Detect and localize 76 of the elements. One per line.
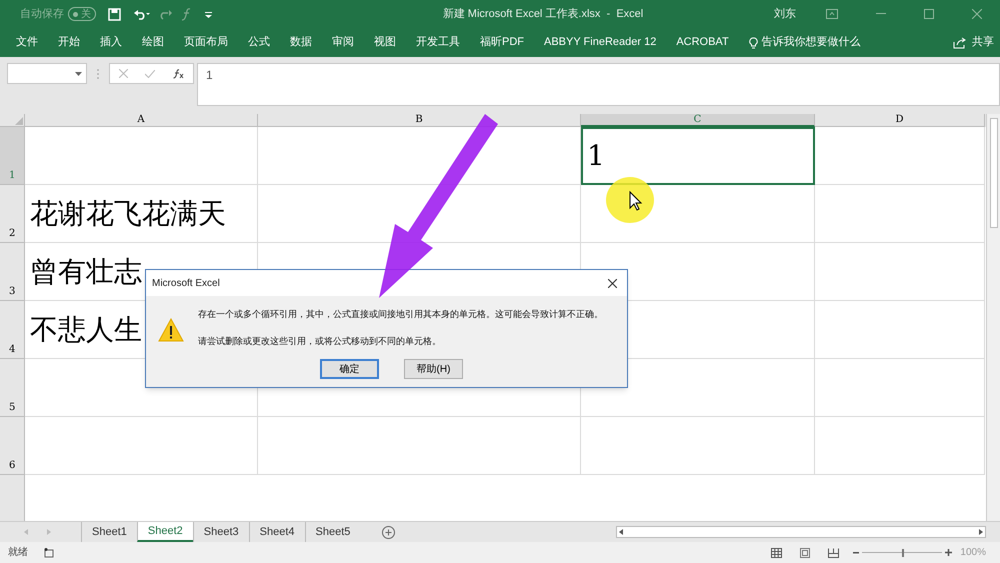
table-cell[interactable] [581, 417, 815, 475]
customize-icon[interactable] [205, 10, 212, 18]
formula-bar[interactable]: 1 [197, 63, 1000, 106]
autosave-label: 自动保存 [20, 6, 64, 22]
zoom-slider[interactable] [862, 548, 942, 556]
vertical-scrollbar[interactable] [986, 114, 1000, 521]
ribbon-tab[interactable]: 开始 [48, 34, 90, 51]
horizontal-scrollbar[interactable] [616, 526, 986, 538]
corner-triangle-icon [15, 117, 23, 125]
ribbon-tab[interactable]: 开发工具 [406, 34, 470, 51]
dialog-button[interactable]: 帮助(H) [404, 359, 463, 379]
macro-recording-icon[interactable] [44, 548, 54, 558]
table-cell[interactable] [815, 243, 985, 301]
ribbon-tab[interactable]: 绘图 [132, 34, 174, 51]
dialog-button[interactable]: 确定 [320, 359, 379, 379]
user-name: 刘东 [774, 6, 796, 22]
ribbon-display-icon[interactable] [826, 9, 838, 19]
function-icon[interactable] [181, 8, 193, 20]
checkmark-icon[interactable] [145, 70, 156, 78]
ribbon-tab[interactable]: 文件 [6, 34, 48, 51]
ribbon-tab[interactable]: 审阅 [322, 34, 364, 51]
table-cell[interactable]: 花谢花飞花满天 [25, 185, 258, 243]
ribbon-tab[interactable]: 插入 [90, 34, 132, 51]
table-cell[interactable] [815, 301, 985, 359]
row-header[interactable] [0, 475, 25, 521]
row-header[interactable]: 6 [0, 417, 25, 475]
share-button[interactable]: 共享 [972, 34, 994, 51]
ribbon-tab[interactable]: 福昕PDF [470, 34, 534, 51]
dropdown-icon[interactable] [75, 72, 82, 76]
ribbon-tab[interactable]: 视图 [364, 34, 406, 51]
insert-function-icon[interactable] [173, 68, 184, 78]
table-cell[interactable] [25, 417, 258, 475]
zoom-slider-thumb[interactable] [902, 548, 904, 556]
maximize-icon[interactable] [924, 9, 934, 19]
column-header[interactable]: A [25, 114, 258, 127]
ribbon-tab[interactable]: 公式 [238, 34, 280, 51]
scroll-right-icon[interactable] [979, 529, 983, 535]
share-icon[interactable] [953, 36, 967, 48]
row-header[interactable]: 5 [0, 359, 25, 417]
drag-handle-icon[interactable] [97, 69, 99, 79]
table-cell[interactable] [815, 127, 985, 185]
table-cell[interactable] [258, 417, 581, 475]
tell-me-field[interactable]: 告诉我你想要做什么 [762, 34, 861, 51]
row-header[interactable]: 2 [0, 185, 25, 243]
table-cell[interactable] [25, 127, 258, 185]
undo-icon[interactable] [133, 8, 151, 20]
ribbon-tab[interactable]: ACROBAT [666, 34, 739, 51]
save-icon[interactable] [108, 8, 121, 20]
row-header[interactable]: 3 [0, 243, 25, 301]
table-cell[interactable] [815, 185, 985, 243]
window-title: 新建 Microsoft Excel 工作表.xlsx - Excel [442, 6, 644, 22]
status-text: 就绪 [8, 546, 28, 560]
ribbon-tab[interactable]: ABBYY FineReader 12 [534, 34, 666, 51]
scroll-left-icon[interactable] [619, 529, 623, 535]
column-header[interactable]: C [581, 114, 815, 127]
zoom-level: 100% [960, 546, 986, 560]
lightbulb-icon [748, 36, 758, 48]
row-header[interactable]: 1 [0, 127, 25, 185]
selected-cell[interactable]: 1 [581, 127, 815, 185]
page-layout-icon[interactable] [800, 548, 810, 558]
ribbon-tab[interactable]: 页面布局 [174, 34, 238, 51]
sheet-tab[interactable]: Sheet2 [136, 522, 193, 542]
zoom-in-icon[interactable] [945, 549, 952, 556]
normal-view-icon[interactable] [771, 548, 782, 558]
dialog-title: Microsoft Excel [152, 276, 220, 290]
close-icon[interactable] [608, 278, 617, 288]
table-cell[interactable] [815, 417, 985, 475]
add-sheet-icon[interactable] [382, 526, 396, 538]
column-header[interactable]: D [815, 114, 985, 127]
table-cell[interactable] [815, 359, 985, 417]
cancel-icon[interactable] [118, 69, 128, 78]
warning-icon [158, 318, 184, 342]
page-break-icon[interactable] [828, 548, 840, 558]
row-header[interactable]: 4 [0, 301, 25, 359]
ribbon-tab[interactable]: 数据 [280, 34, 322, 51]
minimize-icon[interactable] [876, 13, 886, 15]
